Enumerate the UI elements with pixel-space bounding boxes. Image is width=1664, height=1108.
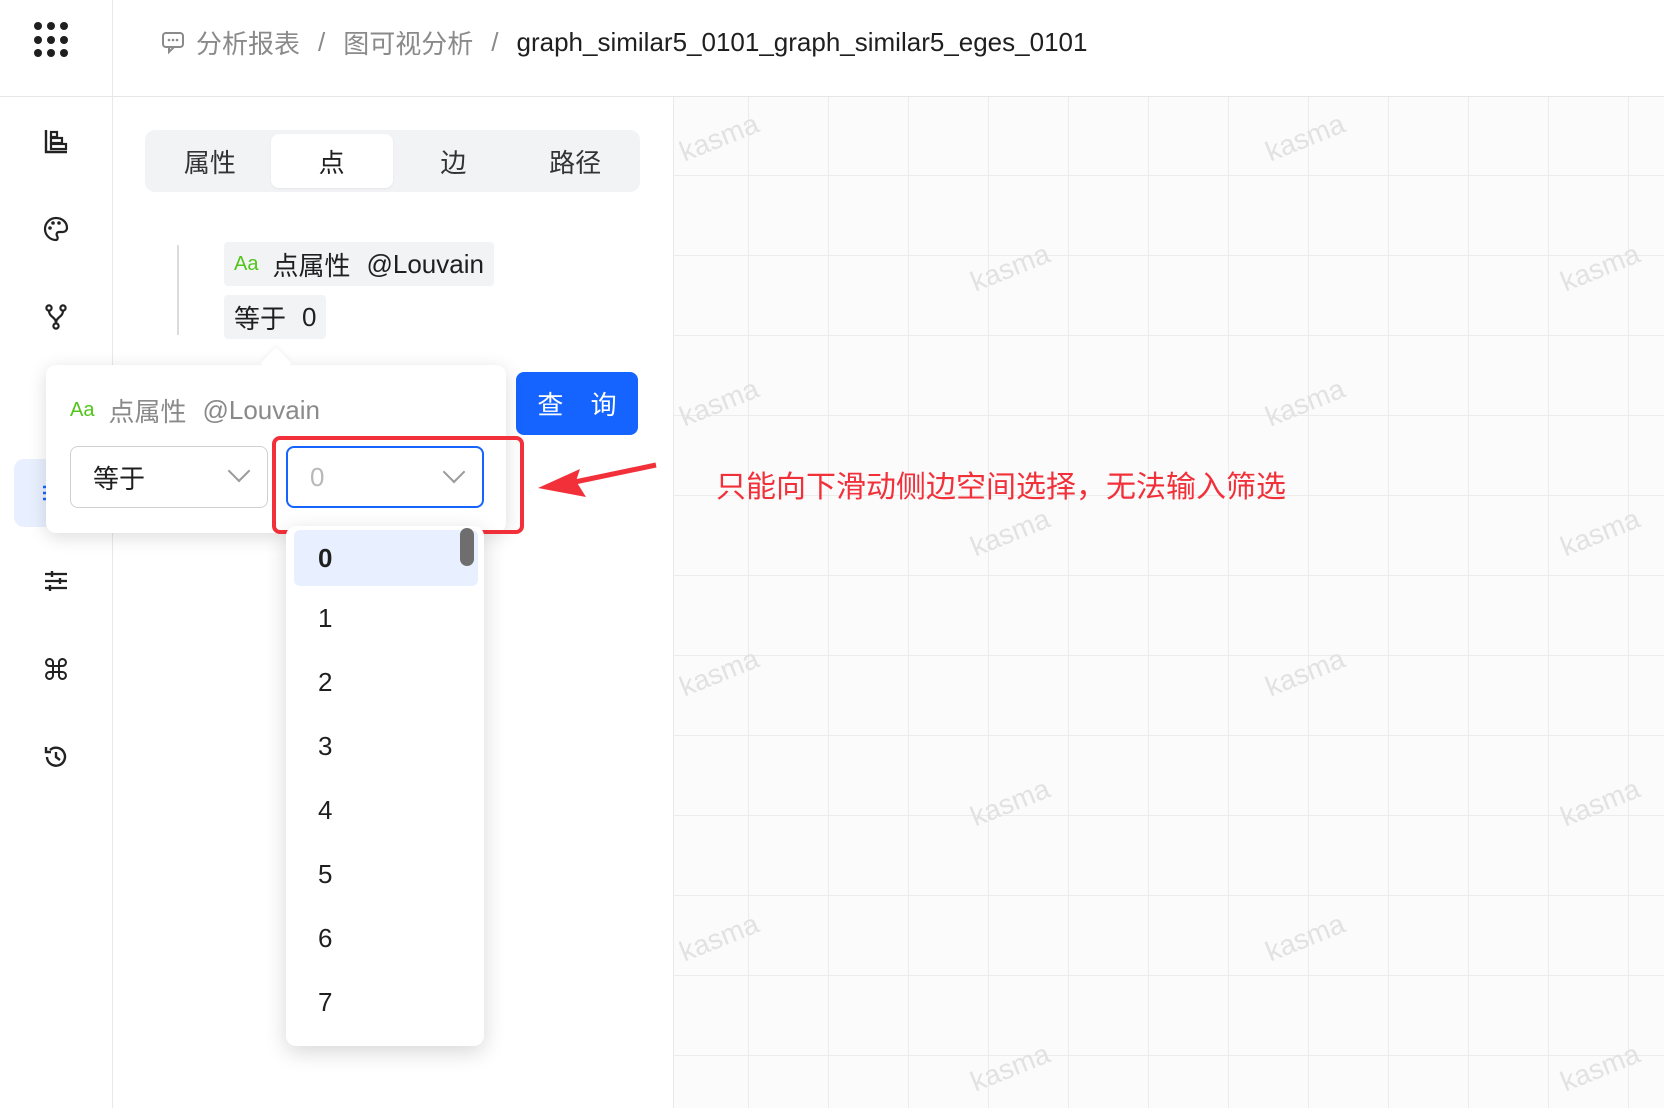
watermark-text: kasma [1556,772,1645,833]
dropdown-option[interactable]: 7 [294,974,478,1030]
tab-paths[interactable]: 路径 [514,134,636,188]
rail-style-button[interactable] [22,195,90,263]
watermark-text: kasma [1261,907,1350,968]
query-button[interactable]: 查 询 [516,372,638,435]
chevron-down-icon [227,459,251,483]
watermark-text: kasma [966,502,1055,563]
filter-condition-chip[interactable]: 等于 0 [224,295,327,339]
filter-condition-value: 0 [302,301,317,332]
rail-layers-button[interactable] [22,107,90,175]
rail-settings-button[interactable] [22,547,90,615]
breadcrumb-separator: / [318,26,326,57]
breadcrumb-separator: / [491,26,499,57]
annotation-arrow [538,462,657,497]
breadcrumb: 分析报表 / 图可视分析 / graph_similar5_0101_graph… [160,22,1087,62]
watermark-text: kasma [1556,1037,1645,1098]
watermark-text: kasma [1556,237,1645,298]
panel-tabs: 属性 点 边 路径 [145,130,640,192]
tab-edges[interactable]: 边 [393,134,515,188]
annotation-highlight-box [272,436,524,534]
rail-branch-button[interactable] [22,283,90,351]
history-icon [44,746,67,767]
filter-condition-operator: 等于 [234,303,287,334]
popover-attribute-name: @Louvain [202,395,320,425]
filter-attribute-chip[interactable]: Aa 点属性 @Louvain [224,242,494,286]
breadcrumb-current-graph: graph_similar5_0101_graph_similar5_eges_… [516,26,1088,57]
command-icon [45,658,67,680]
watermark-text: kasma [966,237,1055,298]
watermark-text: kasma [675,642,764,703]
palette-icon [43,216,69,242]
watermark-text: kasma [966,772,1055,833]
dropdown-option[interactable]: 6 [294,910,478,966]
operator-select[interactable]: 等于 [70,446,268,508]
filter-attribute-name: @Louvain [366,248,484,279]
watermark-text: kasma [675,107,764,168]
dropdown-option[interactable]: 5 [294,846,478,902]
watermark-text: kasma [1556,502,1645,563]
rail-algorithm-button[interactable] [22,635,90,703]
report-chat-icon [162,32,184,55]
layers-icon [44,130,68,154]
text-type-icon: Aa [70,399,95,421]
sliders-icon [45,571,67,591]
annotation-text: 只能向下滑动侧边空间选择，无法输入筛选 [716,471,1286,504]
watermark-text: kasma [1261,107,1350,168]
top-bar: 分析报表 / 图可视分析 / graph_similar5_0101_graph… [0,0,1664,97]
watermark-text: kasma [966,1037,1055,1098]
topbar-divider [112,0,113,96]
branch-icon [45,304,67,330]
condition-group-line [177,245,179,335]
popover-attribute-label: 点属性 [108,397,187,427]
dropdown-option[interactable]: 3 [294,718,478,774]
watermark-text: kasma [675,907,764,968]
graph-canvas[interactable]: kasma kasma kasma kasma kasma kasma kasm… [674,97,1664,1108]
value-dropdown-list[interactable]: 0 1 2 3 4 5 6 7 [286,526,484,1046]
dropdown-option[interactable]: 2 [294,654,478,710]
dropdown-option[interactable]: 0 [294,530,478,586]
app-menu-grid-icon[interactable] [34,22,70,58]
operator-select-value: 等于 [93,463,146,494]
watermark-text: kasma [1261,642,1350,703]
filter-attribute-label: 点属性 [272,250,351,281]
dropdown-option[interactable]: 4 [294,782,478,838]
breadcrumb-reports[interactable]: 分析报表 [196,24,300,61]
dropdown-option[interactable]: 1 [294,590,478,646]
watermark-text: kasma [675,372,764,433]
tab-attributes[interactable]: 属性 [149,134,271,188]
breadcrumb-graph-analysis[interactable]: 图可视分析 [343,24,473,61]
dropdown-scrollbar-thumb[interactable] [460,528,474,566]
popover-title: Aa 点属性 @Louvain [70,392,320,429]
text-type-icon: Aa [234,252,259,275]
rail-history-button[interactable] [22,723,90,791]
tab-nodes[interactable]: 点 [270,134,393,188]
left-icon-rail [0,97,113,1108]
watermark-text: kasma [1261,372,1350,433]
